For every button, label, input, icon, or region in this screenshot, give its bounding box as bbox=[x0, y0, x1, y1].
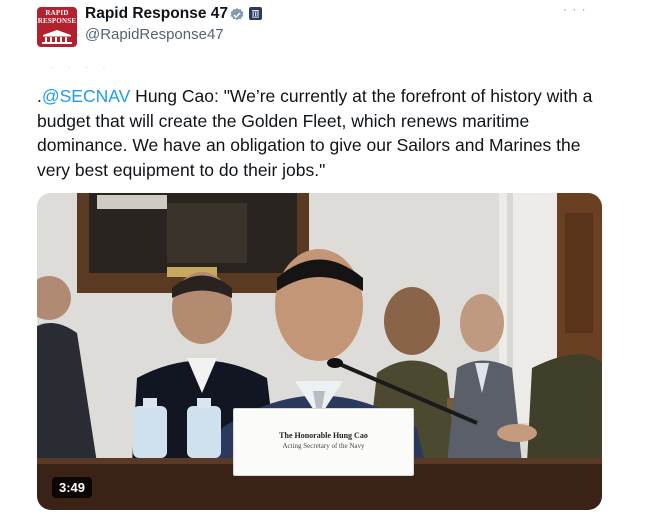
account-handle[interactable]: @RapidResponse47 bbox=[85, 26, 224, 43]
verified-badge-icon bbox=[230, 8, 244, 21]
avatar[interactable]: RAPID RESPONSE bbox=[37, 7, 77, 47]
nameplate: The Honorable Hung Cao Acting Secretary … bbox=[233, 408, 414, 476]
government-affiliation-icon[interactable] bbox=[249, 7, 262, 20]
mention-link[interactable]: @SECNAV bbox=[42, 86, 130, 106]
more-options-icon[interactable]: · · · bbox=[563, 2, 587, 16]
building-icon bbox=[42, 30, 72, 44]
nameplate-title: Acting Secretary of the Navy bbox=[282, 442, 365, 450]
nameplate-name: The Honorable Hung Cao bbox=[279, 431, 368, 440]
display-name[interactable]: Rapid Response 47 bbox=[85, 5, 228, 23]
decorative-specks: · · · · bbox=[50, 62, 112, 72]
tweet-text: .@SECNAV Hung Cao: "We’re currently at t… bbox=[37, 84, 607, 182]
video-duration-badge: 3:49 bbox=[52, 477, 93, 498]
avatar-brand-text: RAPID RESPONSE bbox=[37, 9, 77, 25]
